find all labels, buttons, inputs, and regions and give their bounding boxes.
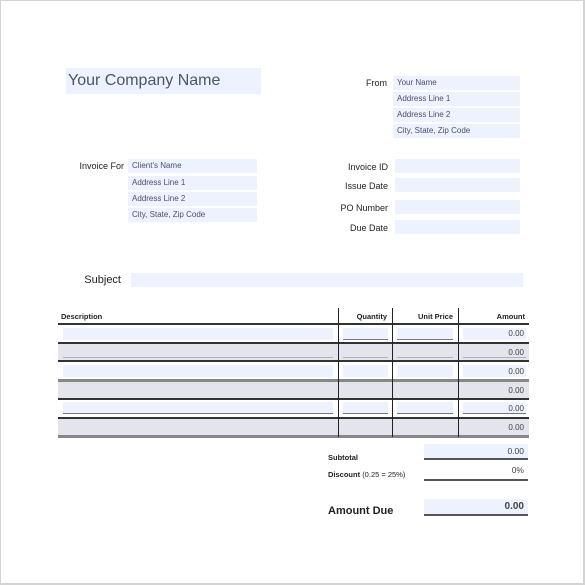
from-label: From — [366, 78, 387, 88]
unit-price-cell[interactable] — [397, 402, 453, 414]
column-divider — [338, 308, 339, 437]
subtotal-field: 0.00 — [424, 444, 528, 460]
description-cell[interactable] — [63, 402, 333, 414]
column-divider — [392, 308, 393, 437]
invoice-page: Your Company Name From Your Name Address… — [0, 0, 585, 585]
discount-label: Discount (0.25 = 25%) — [328, 470, 405, 479]
description-cell[interactable] — [63, 365, 333, 377]
due-date-label: Due Date — [349, 223, 388, 233]
po-number-label: PO Number — [340, 203, 388, 213]
subject-field[interactable] — [131, 273, 523, 287]
amount-cell: 0.00 — [508, 348, 524, 357]
amount-header: Amount — [496, 312, 525, 321]
from-name-field[interactable]: Your Name — [393, 76, 520, 90]
due-date-field[interactable] — [395, 220, 520, 234]
issue-date-field[interactable] — [395, 178, 520, 192]
from-city-state-zip-field[interactable]: City, State, Zip Code — [393, 124, 520, 138]
description-header: Description — [61, 312, 103, 321]
issue-date-label: Issue Date — [344, 181, 388, 191]
company-name-field[interactable]: Your Company Name — [66, 68, 261, 94]
client-address-line1-field[interactable]: Address Line 1 — [128, 176, 257, 190]
quantity-cell[interactable] — [343, 328, 388, 340]
quantity-cell[interactable] — [343, 402, 388, 414]
client-name-field[interactable]: Client's Name — [128, 159, 257, 173]
amount-due-label: Amount Due — [328, 505, 394, 517]
quantity-cell[interactable] — [343, 365, 388, 377]
quantity-header: Quantity — [356, 312, 387, 321]
invoice-id-label: Invoice ID — [347, 162, 388, 172]
amount-cell: 0.00 — [508, 423, 524, 432]
unit-price-cell[interactable] — [397, 328, 453, 340]
quantity-cell[interactable] — [343, 346, 388, 358]
unit-price-cell[interactable] — [397, 365, 453, 377]
amount-cell: 0.00 — [508, 367, 524, 376]
invoice-for-label: Invoice For — [79, 161, 124, 171]
client-city-state-zip-field[interactable]: City, State, Zip Code — [128, 208, 257, 222]
subtotal-label: Subtotal — [328, 453, 358, 462]
description-cell[interactable] — [63, 346, 333, 358]
column-divider — [458, 308, 459, 437]
amount-due-field: 0.00 — [424, 499, 528, 516]
invoice-id-field[interactable] — [395, 159, 520, 173]
description-cell[interactable] — [63, 328, 333, 340]
po-number-field[interactable] — [395, 200, 520, 214]
unit-price-header: Unit Price — [417, 312, 453, 321]
client-address-line2-field[interactable]: Address Line 2 — [128, 192, 257, 206]
subject-label: Subject — [84, 274, 121, 286]
amount-cell: 0.00 — [508, 404, 524, 413]
amount-cell: 0.00 — [508, 329, 524, 338]
unit-price-cell[interactable] — [397, 346, 453, 358]
discount-hint: (0.25 = 25%) — [362, 470, 406, 479]
from-address-line1-field[interactable]: Address Line 1 — [393, 92, 520, 106]
from-address-line2-field[interactable]: Address Line 2 — [393, 108, 520, 122]
discount-label-text: Discount — [328, 470, 361, 479]
amount-cell: 0.00 — [508, 386, 524, 395]
discount-field[interactable]: 0% — [424, 463, 528, 481]
